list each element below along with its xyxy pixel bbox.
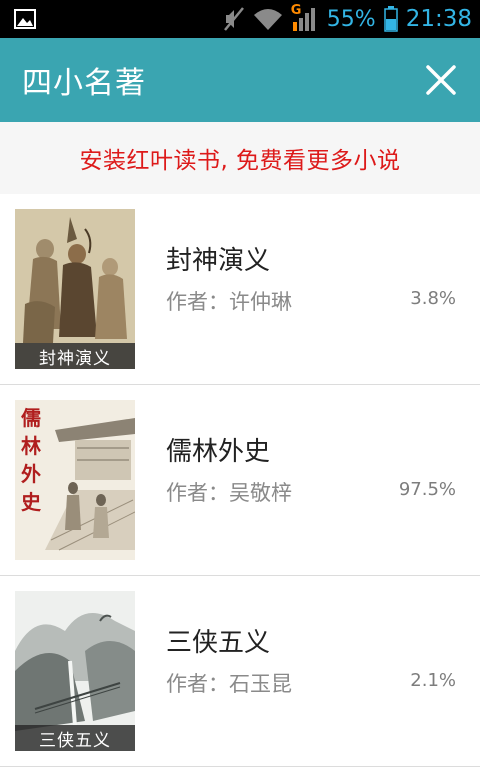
reading-progress: 97.5% xyxy=(398,479,456,500)
close-icon xyxy=(426,65,456,95)
reading-progress: 3.8% xyxy=(410,288,456,309)
close-button[interactable] xyxy=(422,61,460,99)
book-cover: 三侠五义 xyxy=(15,591,135,751)
banner-text: 安装红叶读书, 免费看更多小说 xyxy=(79,148,401,174)
book-title: 封神演义 xyxy=(166,246,271,276)
battery-percent: 55% xyxy=(326,6,376,32)
book-author: 作者：吴敬梓 xyxy=(166,481,292,505)
book-author: 作者：石玉昆 xyxy=(166,672,292,696)
status-bar: G 55% 21:38 xyxy=(0,0,480,38)
book-title: 三侠五义 xyxy=(166,628,271,658)
book-title: 儒林外史 xyxy=(166,437,271,467)
cover-label: 三侠五义 xyxy=(15,725,135,751)
book-author: 作者：许仲琳 xyxy=(166,290,292,314)
book-cover: 儒林外史 xyxy=(15,400,135,560)
list-item[interactable]: 封神演义 封神演义 作者：许仲琳 3.8% xyxy=(0,194,480,385)
app-header: 四小名著 xyxy=(0,38,480,122)
clock: 21:38 xyxy=(405,6,472,32)
book-cover: 封神演义 xyxy=(15,209,135,369)
cover-vertical-title: 儒林外史 xyxy=(21,406,41,514)
book-list: 封神演义 封神演义 作者：许仲琳 3.8% 儒林外史 儒林外史 作者：吴敬梓 9… xyxy=(0,194,480,767)
list-item[interactable]: 三侠五义 三侠五义 作者：石玉昆 2.1% xyxy=(0,576,480,767)
install-app-banner[interactable]: 安装红叶读书, 免费看更多小说 xyxy=(0,122,480,194)
signal-icon: G xyxy=(291,3,319,32)
reading-progress: 2.1% xyxy=(410,670,456,691)
wifi-icon xyxy=(253,9,282,30)
gallery-icon xyxy=(14,9,36,29)
list-item[interactable]: 儒林外史 儒林外史 作者：吴敬梓 97.5% xyxy=(0,385,480,576)
cover-label: 封神演义 xyxy=(15,343,135,369)
mute-icon xyxy=(223,7,244,31)
battery-icon xyxy=(383,6,398,32)
page-title: 四小名著 xyxy=(22,66,146,101)
